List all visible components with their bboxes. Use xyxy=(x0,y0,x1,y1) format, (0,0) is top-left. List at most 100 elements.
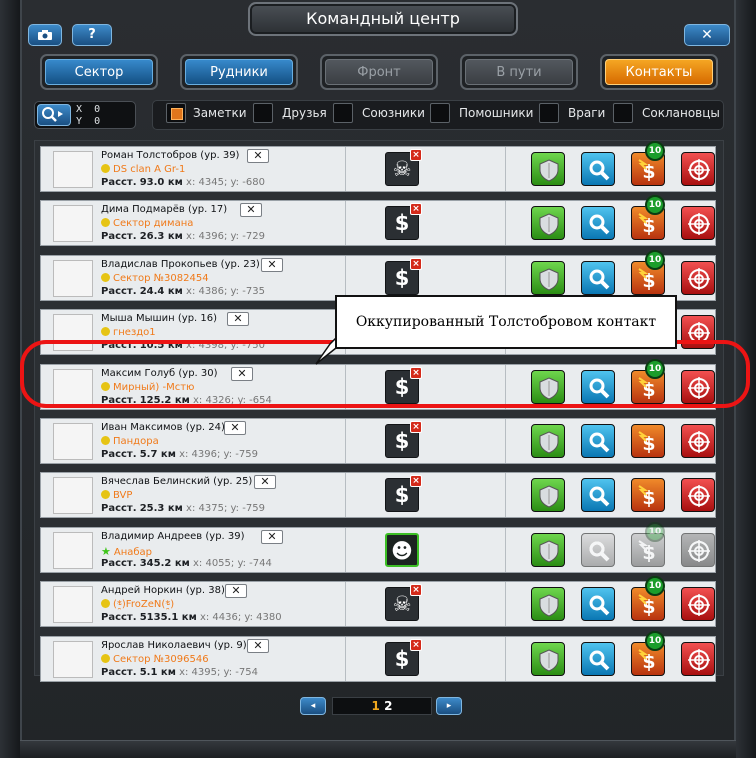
search-button[interactable] xyxy=(581,641,615,676)
filter-checkbox[interactable] xyxy=(539,103,559,123)
remove-contact-button[interactable]: ✕ xyxy=(225,584,247,599)
shield-button[interactable] xyxy=(531,478,565,513)
help-button[interactable]: ? xyxy=(72,24,112,46)
remove-contact-button[interactable]: ✕ xyxy=(254,475,276,490)
page-current[interactable]: 1 xyxy=(372,699,380,713)
contact-name[interactable]: Ярослав Николаевич (ур. 9) xyxy=(101,640,247,651)
window-title: Командный центр xyxy=(248,2,518,36)
contact-row[interactable]: Дима Подмарёв (ур. 17) ✕ Сектор димана Расс… xyxy=(40,195,716,247)
shield-button[interactable] xyxy=(531,424,565,458)
remove-contact-button[interactable]: ✕ xyxy=(261,529,283,544)
remove-contact-button[interactable]: ✕ xyxy=(261,257,283,272)
remove-contact-button[interactable]: ✕ xyxy=(227,312,249,327)
distance-value: 26.3 км xyxy=(139,231,183,243)
contact-row[interactable]: Владимир Андреев (ур. 39) ✕ ★ Анабар Расст. … xyxy=(40,521,716,573)
shield-button[interactable] xyxy=(531,152,565,186)
count-badge: 10 xyxy=(645,521,665,542)
remove-contact-button[interactable]: ✕ xyxy=(240,203,262,218)
cancel-status-icon[interactable]: × xyxy=(410,584,422,597)
contact-name[interactable]: Владислав Прокопьев (ур. 23) xyxy=(101,259,260,270)
shield-button[interactable] xyxy=(531,532,565,567)
tab-in-transit[interactable]: В пути xyxy=(460,54,578,90)
search-button[interactable] xyxy=(581,478,615,513)
cancel-status-icon[interactable]: × xyxy=(410,638,422,651)
tab-sector[interactable]: Сектор xyxy=(40,54,158,90)
contact-row[interactable]: Иван Максимов (ур. 24) ✕ Пандора Расст. 5.7… xyxy=(40,418,716,464)
clan-icon xyxy=(101,436,110,445)
page-other[interactable]: 2 xyxy=(384,699,392,713)
search-button[interactable] xyxy=(581,532,615,567)
tab-mines[interactable]: Рудники xyxy=(180,54,298,90)
contact-row[interactable]: Роман Толстобров (ур. 39) ✕ DS clan A Gr-1… xyxy=(40,141,716,192)
search-button[interactable] xyxy=(581,587,615,622)
cancel-status-icon[interactable]: × xyxy=(410,149,422,161)
attack-button[interactable] xyxy=(681,424,715,458)
column-divider xyxy=(345,419,346,463)
clan-icon xyxy=(101,272,110,282)
cancel-status-icon[interactable]: × xyxy=(410,421,422,433)
cancel-status-icon[interactable]: × xyxy=(410,203,422,216)
filter-checkbox[interactable] xyxy=(253,103,273,123)
distance-prefix: Расст. xyxy=(101,231,137,243)
search-button[interactable] xyxy=(581,260,615,295)
distance-prefix: Расст. xyxy=(101,177,137,188)
attack-button[interactable] xyxy=(681,641,715,676)
tab-label: Фронт xyxy=(325,59,433,85)
smiley-icon[interactable]: ☻ xyxy=(385,532,419,567)
contact-name[interactable]: Вячеслав Белинский (ур. 25) xyxy=(101,476,252,487)
contact-row[interactable]: Вячеслав Белинский (ур. 25) ✕ BVP Расст. 25… xyxy=(40,472,716,519)
filter-checkbox[interactable] xyxy=(613,103,633,123)
cancel-status-icon[interactable]: × xyxy=(410,475,422,488)
contact-clan: Пандора xyxy=(101,436,159,447)
contact-row[interactable]: Андрей Норкин (ур. 38) ✕ (*̵̯)FroZeN(*̵̯) Р… xyxy=(40,576,716,628)
shield-button[interactable] xyxy=(531,641,565,676)
remove-contact-button[interactable]: ✕ xyxy=(224,421,246,435)
contact-row[interactable]: Владислав Прокопьев (ур. 23) ✕ Сектор №308… xyxy=(40,249,716,301)
shield-button[interactable] xyxy=(531,206,565,241)
rob-button[interactable]: $ xyxy=(631,478,665,513)
filter-checkbox[interactable] xyxy=(166,103,186,123)
next-page-button[interactable]: ▸ xyxy=(436,697,462,715)
highlight-ring xyxy=(20,340,750,408)
locate-button[interactable] xyxy=(37,104,71,126)
filter-checkbox[interactable] xyxy=(333,103,353,123)
contact-name[interactable]: Дима Подмарёв (ур. 17) xyxy=(101,204,227,215)
cancel-status-icon[interactable]: × xyxy=(410,257,422,270)
close-button[interactable]: ✕ xyxy=(684,24,730,46)
contact-name[interactable]: Мыша Мышин (ур. 16) xyxy=(101,313,217,324)
column-divider xyxy=(505,201,506,246)
contact-row[interactable]: Ярослав Николаевич (ур. 9) ✕ Сектор №30965… xyxy=(40,630,716,682)
tab-contacts[interactable]: Контакты xyxy=(600,54,718,90)
contact-distance: Расст. 5.7 км x: 4396; y: -759 xyxy=(101,449,258,460)
search-button[interactable] xyxy=(581,206,615,241)
search-button[interactable] xyxy=(581,424,615,458)
contact-clan: (*̵̯)FroZeN(*̵̯) xyxy=(101,599,174,610)
shield-button[interactable] xyxy=(531,587,565,622)
attack-button[interactable] xyxy=(681,206,715,241)
attack-button[interactable] xyxy=(681,260,715,295)
search-button[interactable] xyxy=(581,152,615,186)
attack-button[interactable] xyxy=(681,587,715,622)
rob-button[interactable]: $ xyxy=(631,424,665,458)
contact-name[interactable]: Роман Толстобров (ур. 39) xyxy=(101,150,239,161)
tab-front[interactable]: Фронт xyxy=(320,54,438,90)
prev-page-button[interactable]: ◂ xyxy=(300,697,326,715)
shield-button[interactable] xyxy=(531,260,565,295)
avatar xyxy=(53,259,93,297)
clan-name: Сектор №3096546 xyxy=(113,653,209,665)
contact-name[interactable]: Иван Максимов (ур. 24) xyxy=(101,422,225,433)
distance-value: 93.0 км xyxy=(139,177,183,188)
distance-value: 25.3 км xyxy=(139,503,183,515)
attack-button[interactable] xyxy=(681,532,715,567)
remove-contact-button[interactable]: ✕ xyxy=(247,149,269,163)
contact-coords: x: 4436; y: 4380 xyxy=(199,612,282,624)
distance-prefix: Расст. xyxy=(101,503,137,515)
attack-button[interactable] xyxy=(681,478,715,513)
remove-contact-button[interactable]: ✕ xyxy=(247,638,269,653)
attack-button[interactable] xyxy=(681,152,715,186)
filter-checkbox[interactable] xyxy=(430,103,450,123)
contact-name[interactable]: Андрей Норкин (ур. 38) xyxy=(101,585,225,596)
camera-button[interactable] xyxy=(28,24,62,46)
column-divider xyxy=(505,636,506,681)
contact-name[interactable]: Владимир Андреев (ур. 39) xyxy=(101,531,245,542)
